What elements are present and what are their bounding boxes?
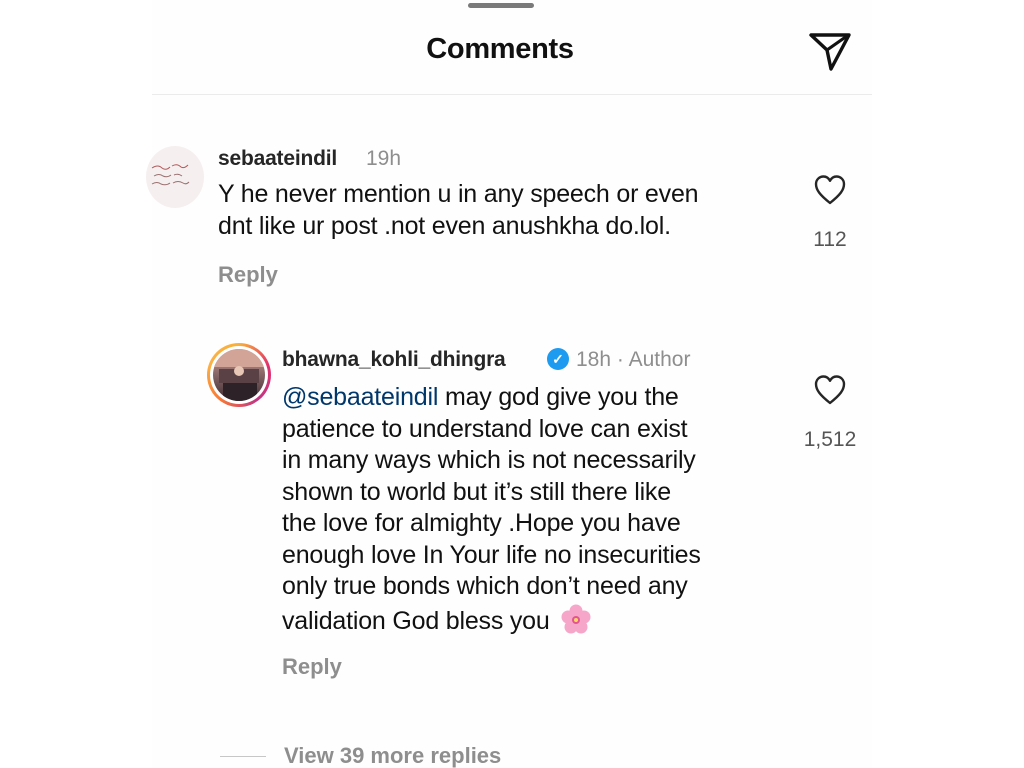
paper-plane-icon [809,33,851,71]
reply-line-text: may god give you the [444,383,679,411]
comment-timestamp: 19h [366,147,402,170]
handwriting-avatar-icon [151,164,190,186]
reply-text: @sebaateindil may god give you the patie… [282,382,701,637]
reply-line: shown to world but it’s still there like [282,477,671,506]
reply-button[interactable]: Reply [218,262,278,288]
verified-badge-icon: ✓ [547,348,569,370]
heart-outline-icon [814,375,846,405]
comment-line: Y he never mention u in any speech or ev… [218,180,699,208]
comments-screen: Comments sebaateindil 19h Y he never men… [0,0,1024,768]
replies-divider-line [220,756,266,757]
comment-username[interactable]: sebaateindil [218,147,337,171]
reply-timestamp: 18h [576,348,612,371]
reply-meta: 18h · Author [576,348,690,372]
reply-line: patience to understand love can exist [282,414,688,443]
author-label: Author [628,348,691,371]
heart-outline-icon [814,175,846,205]
profile-photo-icon [213,349,265,401]
avatar-border [210,346,268,404]
avatar [213,349,265,401]
share-button[interactable] [806,28,854,74]
reply-button[interactable]: Reply [282,654,342,680]
reply-line: @sebaateindil may god give you the [282,382,701,414]
reply-line-text: validation God bless you [282,606,550,635]
like-button[interactable] [813,174,847,206]
story-ring-avatar[interactable] [207,343,271,407]
reply-username[interactable]: bhawna_kohli_dhingra [282,348,506,372]
comment-line: dnt like ur post .not even anushkha do.l… [218,211,671,240]
like-count: 112 [813,228,847,251]
cherry-blossom-icon [561,604,591,633]
reply-line: in many ways which is not necessarily [282,446,696,474]
drag-handle[interactable] [468,3,534,8]
mention-link[interactable]: @sebaateindil [282,383,438,411]
like-count: 1,512 [803,428,857,451]
reply-line: validation God bless you [282,603,701,638]
reply-line: enough love In Your life no insecurities [282,540,701,569]
like-button[interactable] [813,374,847,406]
comment-text: Y he never mention u in any speech or ev… [218,179,699,242]
view-more-replies-button[interactable]: View 39 more replies [284,743,501,768]
header-divider [152,94,872,95]
reply-line: only true bonds which don’t need any [282,572,688,600]
meta-separator: · [616,348,624,371]
avatar[interactable] [146,146,204,208]
reply-line: the love for almighty .Hope you have [282,509,681,537]
